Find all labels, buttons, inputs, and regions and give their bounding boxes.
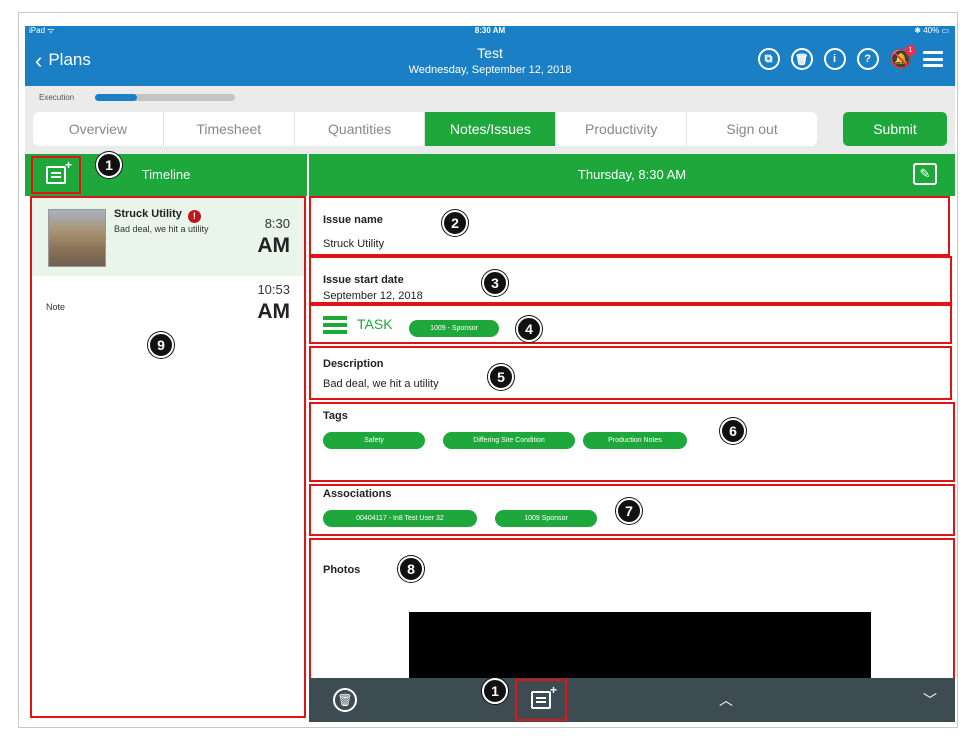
tab-notes-issues[interactable]: Notes/Issues (425, 112, 557, 146)
detail-header: Thursday, 8:30 AM ✎ (309, 154, 955, 196)
issue-name-label: Issue name (323, 214, 383, 226)
trash-icon[interactable]: 🗑 (790, 48, 813, 70)
description-label: Description (323, 358, 384, 370)
description-section[interactable]: Description Bad deal, we hit a utility (309, 346, 952, 400)
association-pill[interactable]: 1009 Sponsor (495, 510, 597, 527)
timeline-list[interactable]: Struck Utility! Bad deal, we hit a utili… (30, 196, 306, 718)
associations-label: Associations (323, 488, 392, 500)
callout-badge: 6 (720, 418, 746, 444)
callout-badge: 3 (482, 270, 508, 296)
help-icon[interactable]: ? (856, 48, 879, 70)
start-date-value: September 12, 2018 (323, 290, 423, 302)
issue-name-section[interactable]: Issue name Struck Utility (309, 196, 950, 256)
association-pill[interactable]: 00404117 - In8 Test User 32 (323, 510, 477, 527)
start-date-label: Issue start date (323, 274, 404, 286)
alert-icon: ! (187, 210, 201, 223)
menu-icon[interactable] (923, 51, 943, 67)
notification-count: 1 (905, 44, 916, 56)
callout-badge: 5 (488, 364, 514, 390)
add-note-icon (531, 683, 557, 709)
timeline-item-subtitle: Bad deal, we hit a utility (114, 224, 209, 234)
submit-button[interactable]: Submit (843, 112, 947, 146)
chevron-down-icon[interactable]: ﹀ (923, 690, 937, 710)
edit-icon[interactable]: ✎ (913, 163, 937, 185)
issue-name-value: Struck Utility (323, 238, 385, 250)
issue-thumbnail (48, 209, 106, 267)
timeline-item-title: Struck Utility! (114, 208, 201, 223)
nav-actions: ⧉ 🗑 i ? 🔕 1 (757, 44, 943, 70)
execution-progress-bar (95, 94, 235, 101)
add-note-button[interactable] (515, 679, 567, 721)
callout-badge: 8 (398, 556, 424, 582)
timeline-item-time: 10:53 (257, 282, 290, 297)
nav-bar: ‹ Plans Test Wednesday, September 12, 20… (25, 36, 955, 86)
callout-badge: 9 (148, 332, 174, 358)
timeline-item-time: 8:30 (264, 216, 290, 231)
trash-icon[interactable]: 🗑 (333, 688, 357, 712)
bell-off-icon[interactable]: 🔕 1 (890, 44, 916, 70)
execution-label: Execution (39, 93, 75, 102)
clock: 8:30 AM (474, 26, 506, 35)
info-icon[interactable]: i (823, 48, 846, 70)
photos-label: Photos (323, 564, 361, 576)
tag-pill[interactable]: Safety (323, 432, 425, 449)
tags-section[interactable]: Tags Safety Differing Site Condition Pro… (309, 402, 955, 482)
tag-pill[interactable]: Production Notes (583, 432, 687, 449)
callout-badge: 4 (516, 316, 542, 342)
photo-preview[interactable] (409, 612, 871, 678)
chevron-up-icon[interactable]: ︿ (719, 690, 733, 710)
callout-badge: 7 (616, 498, 642, 524)
bottom-toolbar: 🗑 ︿ ﹀ (309, 678, 955, 722)
timeline-item-ampm: AM (257, 300, 290, 323)
callout-badge: 1 (96, 152, 122, 178)
tag-pill[interactable]: Differing Site Condition (443, 432, 575, 449)
timeline-item-note[interactable]: Note (46, 302, 65, 312)
timeline-item-ampm: AM (257, 234, 290, 257)
tags-label: Tags (323, 410, 348, 422)
start-date-section[interactable]: Issue start date September 12, 2018 (309, 256, 952, 304)
tab-quantities[interactable]: Quantities (295, 112, 426, 146)
callout-badge: 1 (482, 678, 508, 704)
task-label: TASK (357, 316, 393, 332)
execution-progress-fill (95, 94, 137, 101)
timeline-header: Timeline (25, 154, 307, 196)
tab-productivity[interactable]: Productivity (556, 112, 688, 146)
tab-sign-out[interactable]: Sign out (687, 112, 817, 146)
callout-badge: 2 (442, 210, 468, 236)
copy-icon[interactable]: ⧉ (757, 48, 780, 70)
battery-indicator: ✱ 40% ▭ (914, 26, 949, 35)
task-icon (323, 316, 347, 334)
timeline-item-struck-utility[interactable]: Struck Utility! Bad deal, we hit a utili… (32, 198, 304, 276)
task-section[interactable]: TASK 1009 - Sponsor (309, 304, 952, 344)
tab-band: Execution Overview Timesheet Quantities Not… (25, 86, 955, 154)
tab-bar: Overview Timesheet Quantities Notes/Issues P… (33, 112, 817, 146)
status-bar: iPad ᯤ 8:30 AM ✱ 40% ▭ (25, 26, 955, 36)
description-value: Bad deal, we hit a utility (323, 378, 439, 390)
task-pill[interactable]: 1009 - Sponsor (409, 320, 499, 337)
detail-title: Thursday, 8:30 AM (577, 167, 687, 182)
timeline-title: Timeline (141, 167, 191, 182)
tab-timesheet[interactable]: Timesheet (164, 112, 295, 146)
tab-overview[interactable]: Overview (33, 112, 164, 146)
